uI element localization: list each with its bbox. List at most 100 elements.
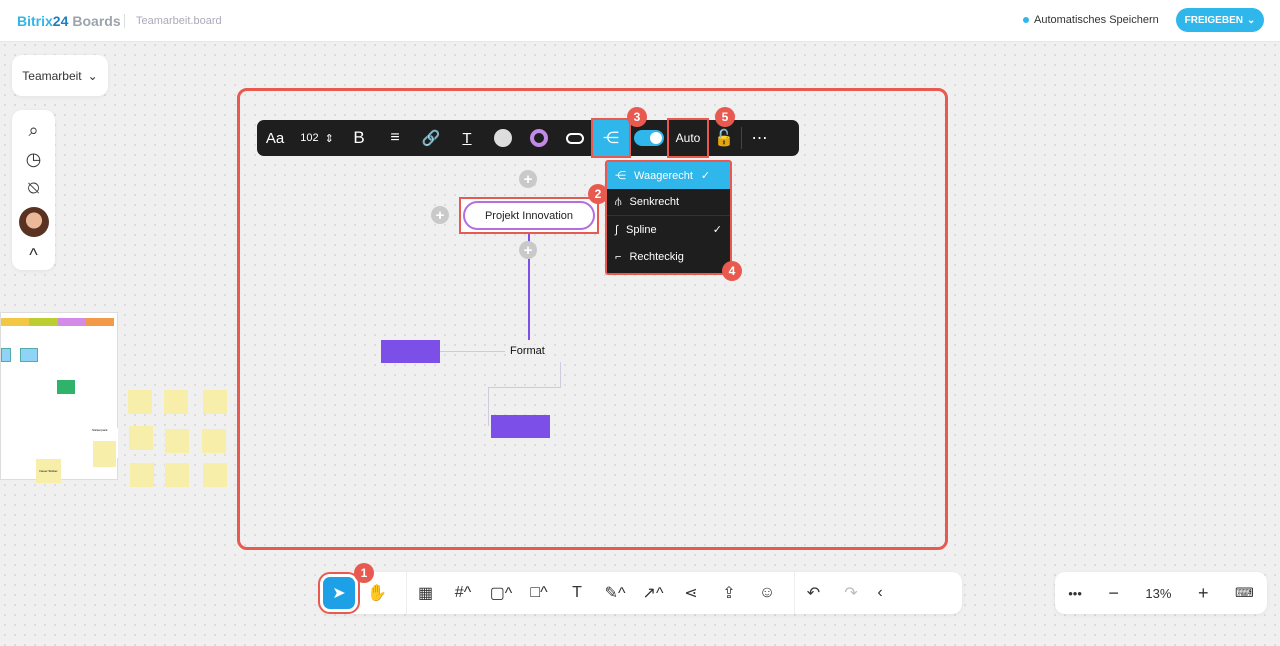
option-spline[interactable]: ∫ Spline ✓ xyxy=(607,216,730,243)
sticky-note: Neuer Sticker xyxy=(36,459,61,483)
emoji-tool[interactable]: ☺ xyxy=(748,572,786,614)
pen-tool[interactable]: ✎^ xyxy=(596,572,634,614)
fill-color-icon[interactable] xyxy=(485,120,521,156)
sticky-note[interactable] xyxy=(128,390,152,414)
sticky-note[interactable] xyxy=(129,426,153,450)
option-label: Spline xyxy=(626,223,657,236)
shape-icon[interactable] xyxy=(557,120,593,156)
sticky-tool[interactable]: ▢^ xyxy=(482,572,520,614)
format-toolbar: Aa 102 ⇕ B ≡ 🔗 T ⋲ Auto 🔓 ⋯ xyxy=(257,118,799,158)
more-icon[interactable]: ⋯ xyxy=(741,127,777,149)
vertical-icon: ⫛ xyxy=(615,195,622,208)
rectangular-icon: ⌐ xyxy=(615,250,622,263)
border-color-icon[interactable] xyxy=(521,120,557,156)
sticky-note[interactable] xyxy=(165,463,189,487)
divider xyxy=(124,14,125,28)
add-node-icon[interactable]: + xyxy=(431,206,449,224)
node-label[interactable]: Projekt Innovation xyxy=(463,201,595,230)
selected-node[interactable]: Projekt Innovation xyxy=(459,197,599,234)
brand: Bitrix xyxy=(17,13,53,29)
logo[interactable]: Bitrix24 Boards xyxy=(17,13,121,29)
option-senkrecht[interactable]: ⫛ Senkrecht xyxy=(607,189,730,216)
connector-line xyxy=(488,362,561,388)
sticky-note[interactable] xyxy=(203,390,227,414)
format-label[interactable]: Format xyxy=(510,345,545,357)
sticky-note[interactable] xyxy=(165,429,189,453)
sticky-note[interactable] xyxy=(130,463,154,487)
step-badge: 3 xyxy=(627,107,647,127)
option-label: Waagerecht xyxy=(634,169,693,182)
add-node-icon[interactable]: + xyxy=(519,241,537,259)
board-name: Teamarbeit xyxy=(22,68,82,83)
mindmap-node[interactable] xyxy=(381,340,440,363)
save-status-text: Automatisches Speichern xyxy=(1034,14,1159,26)
chevron-down-icon: ⌄ xyxy=(1246,14,1256,26)
brand-num: 24 xyxy=(52,13,69,29)
no-pen-icon[interactable]: ⍉ xyxy=(28,178,39,199)
check-icon: ✓ xyxy=(712,224,722,236)
status-dot-icon xyxy=(1023,17,1029,23)
arrow-tool[interactable]: ↗^ xyxy=(634,572,672,614)
bottom-toolbar: ➤ ✋ ▦ #^ ▢^ □^ T ✎^ ↗^ ⋖ ⇪ ☺ ↶ ↷ ‹ xyxy=(318,572,962,614)
side-tools: ⌕ ◷ ⍉ ^ xyxy=(12,110,55,270)
avatar[interactable] xyxy=(18,207,49,237)
font-button[interactable]: Aa xyxy=(257,120,293,156)
auto-button[interactable]: Auto xyxy=(667,118,709,158)
sticky-note[interactable] xyxy=(203,463,227,487)
timer-icon[interactable]: ◷ xyxy=(26,149,42,170)
connector-line xyxy=(488,388,489,426)
flowchart-thumbnail[interactable]: Neuer Sticker Stickerpack xyxy=(0,312,118,483)
redo-icon[interactable]: ↷ xyxy=(832,572,870,614)
upload-tool[interactable]: ⇪ xyxy=(710,572,748,614)
font-size-value: 102 xyxy=(300,132,319,144)
option-label: Senkrecht xyxy=(629,196,680,208)
sticky-note[interactable] xyxy=(202,429,226,453)
link-icon[interactable]: 🔗 xyxy=(413,120,449,156)
connector-line xyxy=(440,351,505,352)
lane-headers xyxy=(1,318,114,326)
collapse-icon[interactable]: ‹ xyxy=(870,572,890,614)
horizontal-icon: ⋲ xyxy=(615,170,626,182)
add-node-icon[interactable]: + xyxy=(519,170,537,188)
frame-tool[interactable]: #^ xyxy=(444,572,482,614)
board-selector[interactable]: Teamarbeit ⌄ xyxy=(12,55,108,96)
zoom-in-icon[interactable]: + xyxy=(1198,583,1209,604)
chevron-down-icon: ⌄ xyxy=(87,68,98,83)
layout-dropdown: ⋲ Waagerecht ✓ ⫛ Senkrecht ∫ Spline ✓ ⌐ Rechte… xyxy=(605,160,732,275)
keyboard-icon[interactable]: ⌨ xyxy=(1235,585,1254,601)
select-tool[interactable]: ➤ xyxy=(318,572,360,614)
templates-tool[interactable]: ▦ xyxy=(406,572,444,614)
bold-icon[interactable]: B xyxy=(341,120,377,156)
stepper-icon: ⇕ xyxy=(324,132,334,145)
share-button[interactable]: FREIGEBEN ⌄ xyxy=(1176,8,1264,32)
text-style-icon[interactable]: T xyxy=(449,120,485,156)
step-badge: 5 xyxy=(715,107,735,127)
chevron-up-icon[interactable]: ^ xyxy=(29,245,37,266)
mindmap-tool[interactable]: ⋖ xyxy=(672,572,710,614)
font-size-stepper[interactable]: 102 ⇕ xyxy=(293,120,341,156)
mindmap-node[interactable] xyxy=(491,415,550,438)
zoom-out-icon[interactable]: − xyxy=(1108,583,1119,604)
file-name: Teamarbeit.board xyxy=(136,15,222,27)
highlight-frame xyxy=(237,88,948,550)
layout-direction-button[interactable]: ⋲ xyxy=(591,118,631,158)
header: Bitrix24 Boards Teamarbeit.board Automati… xyxy=(0,0,1280,42)
shape-tool[interactable]: □^ xyxy=(520,572,558,614)
undo-icon[interactable]: ↶ xyxy=(794,572,832,614)
align-icon[interactable]: ≡ xyxy=(377,120,413,156)
spline-icon: ∫ xyxy=(615,223,619,236)
share-label: FREIGEBEN xyxy=(1184,14,1243,26)
check-icon: ✓ xyxy=(700,170,711,182)
sticky-note[interactable] xyxy=(164,390,188,414)
option-waagerecht[interactable]: ⋲ Waagerecht ✓ xyxy=(607,162,730,189)
text-tool[interactable]: T xyxy=(558,572,596,614)
zoom-level[interactable]: 13% xyxy=(1145,586,1171,601)
step-badge: 1 xyxy=(354,563,374,583)
more-icon[interactable]: ••• xyxy=(1068,586,1082,601)
zoom-panel: ••• − 13% + ⌨ xyxy=(1055,572,1267,614)
search-icon[interactable]: ⌕ xyxy=(28,120,38,141)
option-label: Rechteckig xyxy=(629,250,684,263)
save-status: Automatisches Speichern xyxy=(1023,14,1159,26)
product-name: Boards xyxy=(72,13,121,29)
option-rechteckig[interactable]: ⌐ Rechteckig xyxy=(607,243,730,270)
